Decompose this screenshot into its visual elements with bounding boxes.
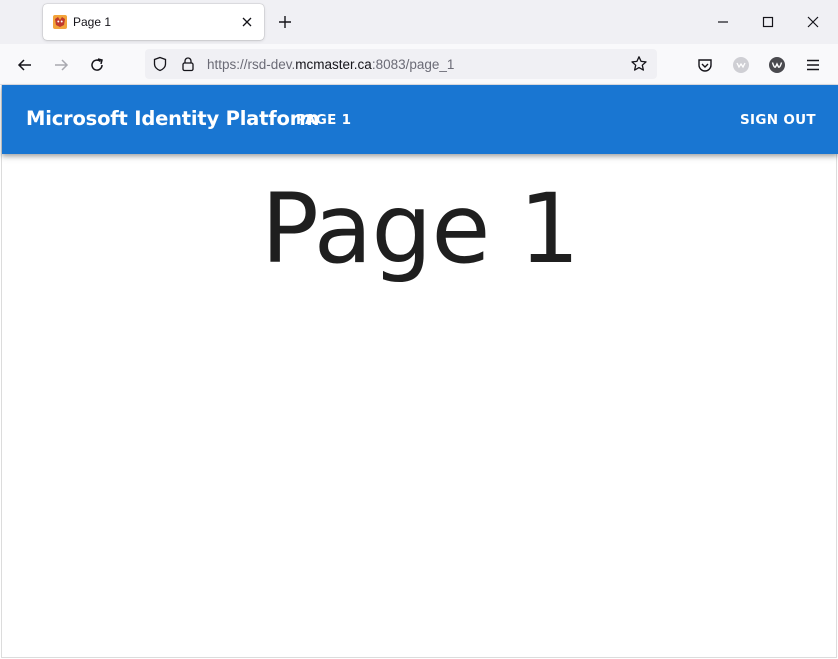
lock-icon[interactable] bbox=[179, 55, 197, 73]
extension-icon[interactable] bbox=[730, 54, 752, 76]
window-close-icon[interactable] bbox=[803, 12, 823, 32]
sign-out-button[interactable]: SIGN OUT bbox=[740, 112, 816, 128]
browser-toolbar: https://rsd-dev.mcmaster.ca:8083/page_1 bbox=[0, 44, 838, 85]
bookmark-star-icon[interactable] bbox=[630, 55, 648, 73]
minimize-icon[interactable] bbox=[713, 12, 733, 32]
account-extension-icon[interactable] bbox=[766, 54, 788, 76]
back-arrow-icon[interactable] bbox=[14, 54, 36, 76]
page-heading: Page 1 bbox=[261, 173, 580, 285]
menu-icon[interactable] bbox=[802, 54, 824, 76]
forward-arrow-icon[interactable] bbox=[50, 54, 72, 76]
reload-icon[interactable] bbox=[86, 54, 108, 76]
app-favicon-icon bbox=[52, 14, 68, 30]
new-tab-plus-icon[interactable] bbox=[275, 12, 295, 32]
maximize-icon[interactable] bbox=[758, 12, 778, 32]
app-title[interactable]: Microsoft Identity Platform bbox=[26, 107, 319, 130]
page-viewport: Microsoft Identity Platform PAGE 1 SIGN … bbox=[1, 85, 838, 658]
close-icon[interactable] bbox=[237, 12, 257, 32]
url-host: mcmaster.ca bbox=[295, 57, 372, 72]
address-bar[interactable]: https://rsd-dev.mcmaster.ca:8083/page_1 bbox=[145, 49, 657, 79]
tab-title: Page 1 bbox=[73, 15, 112, 29]
tab-strip: Page 1 bbox=[0, 0, 838, 44]
url-suffix: :8083/page_1 bbox=[371, 57, 455, 72]
app-bar: Microsoft Identity Platform PAGE 1 SIGN … bbox=[2, 85, 838, 154]
shield-icon[interactable] bbox=[151, 55, 169, 73]
pocket-icon[interactable] bbox=[694, 54, 716, 76]
url-text[interactable]: https://rsd-dev.mcmaster.ca:8083/page_1 bbox=[207, 57, 454, 72]
nav-link-page-1[interactable]: PAGE 1 bbox=[296, 112, 351, 128]
url-prefix: https://rsd-dev. bbox=[207, 57, 296, 72]
browser-tab-active[interactable]: Page 1 bbox=[43, 4, 264, 40]
